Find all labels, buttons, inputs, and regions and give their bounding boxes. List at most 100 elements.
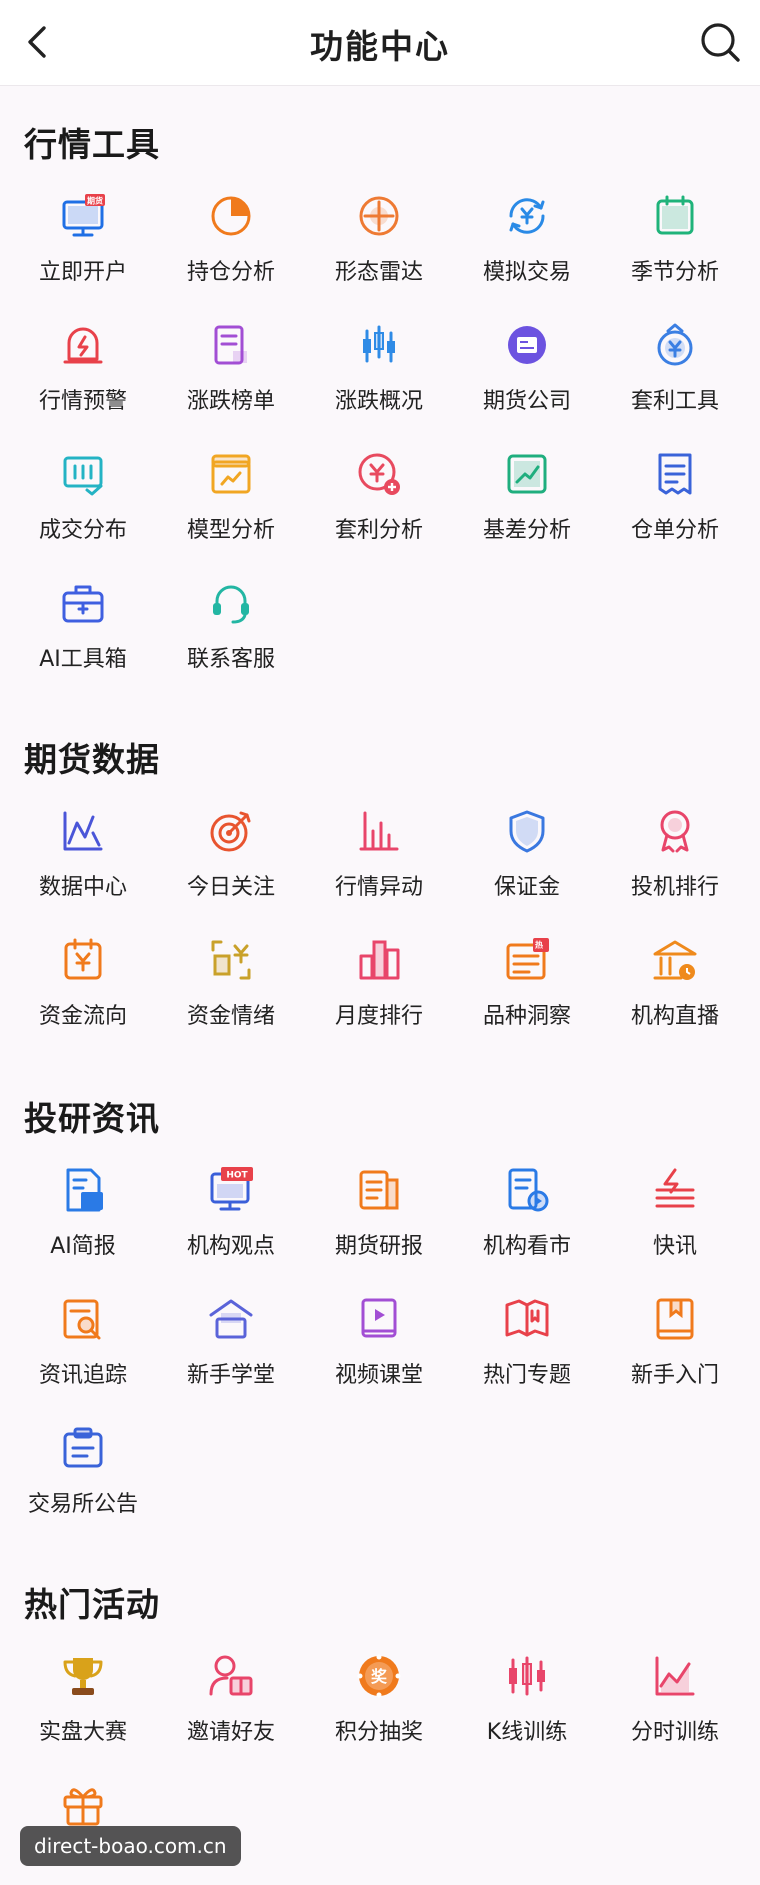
function-label: 资金流向 bbox=[38, 1004, 127, 1029]
school-icon bbox=[209, 1299, 253, 1339]
top-bar: 功能中心 bbox=[0, 0, 760, 86]
season-calendar-icon bbox=[656, 195, 694, 235]
function-label: 成交分布 bbox=[38, 518, 127, 543]
function-item[interactable]: 行情预警 bbox=[9, 321, 157, 441]
function-label: 行情预警 bbox=[38, 389, 127, 414]
function-label: 套利工具 bbox=[630, 389, 719, 414]
function-item[interactable]: 月度排行 bbox=[305, 936, 453, 1056]
function-label: 联系客服 bbox=[186, 647, 275, 672]
function-item[interactable]: 持仓分析 bbox=[157, 192, 305, 312]
lottery-wheel-icon: 奖 bbox=[357, 1654, 401, 1698]
receipt-icon bbox=[658, 453, 692, 495]
bar-chart-icon bbox=[359, 811, 399, 851]
function-label: 期货研报 bbox=[334, 1234, 423, 1259]
yuan-exchange-icon bbox=[509, 198, 545, 234]
function-item[interactable]: AI简报 bbox=[9, 1166, 157, 1286]
function-item[interactable]: 形态雷达 bbox=[305, 192, 453, 312]
hot-list-icon: 热 bbox=[506, 938, 549, 980]
function-label: AI工具箱 bbox=[39, 647, 127, 672]
function-label: K线训练 bbox=[486, 1720, 568, 1745]
function-label: 仓单分析 bbox=[630, 518, 719, 543]
function-label: 新手学堂 bbox=[186, 1363, 275, 1388]
icon-badge: 热 bbox=[535, 940, 543, 950]
function-label: 形态雷达 bbox=[334, 260, 423, 285]
function-item[interactable]: 机构看市 bbox=[453, 1166, 601, 1286]
function-item[interactable]: 期货研报 bbox=[305, 1166, 453, 1286]
function-label: 季节分析 bbox=[630, 260, 719, 285]
icon-badge: 期货 bbox=[87, 196, 103, 206]
function-label: 保证金 bbox=[493, 875, 560, 900]
function-label: 资金情绪 bbox=[186, 1004, 275, 1029]
function-label: 投机排行 bbox=[630, 875, 719, 900]
function-label: 视频课堂 bbox=[334, 1363, 423, 1388]
fund-mood-icon bbox=[211, 940, 251, 980]
monitor-futures-icon: 期货 bbox=[62, 194, 105, 237]
function-item[interactable]: 行情异动 bbox=[305, 807, 453, 927]
function-item[interactable]: 资金流向 bbox=[9, 936, 157, 1056]
function-item[interactable]: 模型分析 bbox=[157, 450, 305, 570]
function-label: 实盘大赛 bbox=[38, 1720, 127, 1745]
function-item[interactable]: 新手学堂 bbox=[157, 1295, 305, 1415]
function-label: 品种洞察 bbox=[482, 1004, 571, 1029]
kline-icon bbox=[509, 1656, 545, 1696]
function-item[interactable]: HOT 机构观点 bbox=[157, 1166, 305, 1286]
function-item[interactable]: 热门专题 bbox=[453, 1295, 601, 1415]
function-item[interactable]: 基差分析 bbox=[453, 450, 601, 570]
function-item[interactable]: 套利分析 bbox=[305, 450, 453, 570]
function-item[interactable]: 实盘大赛 bbox=[9, 1652, 157, 1772]
page-title: 功能中心 bbox=[310, 27, 450, 66]
search-document-icon bbox=[63, 1299, 101, 1340]
function-item[interactable]: 期货 立即开户 bbox=[9, 192, 157, 312]
trend-box-icon bbox=[507, 454, 547, 494]
company-card-icon bbox=[508, 326, 546, 364]
function-item[interactable]: 期货公司 bbox=[453, 321, 601, 441]
function-label: 交易所公告 bbox=[27, 1492, 138, 1517]
function-item[interactable]: 仓单分析 bbox=[601, 450, 749, 570]
function-item[interactable]: 联系客服 bbox=[157, 579, 305, 699]
function-item[interactable]: 资讯追踪 bbox=[9, 1295, 157, 1415]
function-item[interactable]: 模拟交易 bbox=[453, 192, 601, 312]
clipboard-icon bbox=[63, 1427, 103, 1468]
function-item[interactable]: 新手入门 bbox=[601, 1295, 749, 1415]
radar-target-icon bbox=[359, 196, 399, 236]
function-item[interactable]: 奖积分抽奖 bbox=[305, 1652, 453, 1772]
function-item[interactable]: 今日关注 bbox=[157, 807, 305, 927]
function-item[interactable]: 视频课堂 bbox=[305, 1295, 453, 1415]
function-item[interactable]: 资金情绪 bbox=[157, 936, 305, 1056]
function-item[interactable]: AI工具箱 bbox=[9, 579, 157, 699]
function-item[interactable]: 保证金 bbox=[453, 807, 601, 927]
function-label: 模型分析 bbox=[186, 518, 275, 543]
icon-badge: 奖 bbox=[371, 1667, 388, 1686]
function-label: 基差分析 bbox=[482, 518, 571, 543]
function-item[interactable]: 机构直播 bbox=[601, 936, 749, 1056]
function-item[interactable]: 涨跌概况 bbox=[305, 321, 453, 441]
candlestick-icon bbox=[363, 325, 395, 363]
function-label: 机构观点 bbox=[186, 1234, 275, 1259]
function-item[interactable]: K线训练 bbox=[453, 1652, 601, 1772]
toolbox-icon bbox=[62, 585, 104, 623]
function-item[interactable]: 分时训练 bbox=[601, 1652, 749, 1772]
list-document-icon bbox=[214, 325, 247, 365]
function-item[interactable]: 季节分析 bbox=[601, 192, 749, 312]
function-item[interactable]: 交易所公告 bbox=[9, 1424, 157, 1544]
function-item[interactable]: 快讯 bbox=[601, 1166, 749, 1286]
fund-flow-icon bbox=[64, 938, 102, 980]
function-item[interactable]: 投机排行 bbox=[601, 807, 749, 927]
function-label: 数据中心 bbox=[38, 875, 127, 900]
alarm-bell-icon bbox=[63, 327, 103, 364]
function-item[interactable]: 数据中心 bbox=[9, 807, 157, 927]
flash-news-icon bbox=[655, 1168, 695, 1208]
function-item[interactable]: 热品种洞察 bbox=[453, 936, 601, 1056]
function-label: 资讯追踪 bbox=[38, 1363, 127, 1388]
function-label: 积分抽奖 bbox=[334, 1720, 423, 1745]
headset-icon bbox=[213, 585, 249, 624]
function-item[interactable]: 套利工具 bbox=[601, 321, 749, 441]
search-icon[interactable] bbox=[698, 20, 742, 64]
function-item[interactable]: 邀请好友 bbox=[157, 1652, 305, 1772]
function-label: 套利分析 bbox=[334, 518, 423, 543]
function-item[interactable]: 成交分布 bbox=[9, 450, 157, 570]
video-book-icon bbox=[361, 1298, 397, 1338]
function-item[interactable]: 涨跌榜单 bbox=[157, 321, 305, 441]
function-label: 分时训练 bbox=[630, 1720, 719, 1745]
function-label: 模拟交易 bbox=[482, 260, 571, 285]
